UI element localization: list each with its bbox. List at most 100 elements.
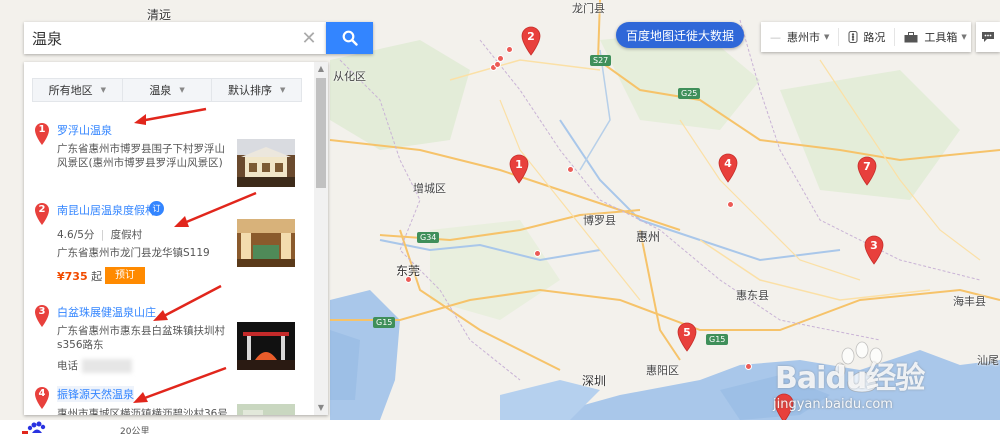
road-shield: G15 <box>373 317 396 328</box>
result-name[interactable]: 白盆珠展健温泉山庄 <box>57 304 156 320</box>
caret-down-icon: ▼ <box>279 86 286 94</box>
rating-value: 4.6/5分 <box>57 229 95 241</box>
price-suffix: 起 <box>91 270 103 283</box>
result-address: 惠州市惠城区横沥镇横沥碧沙村36号 <box>57 408 227 415</box>
map-label-longmen: 龙门县 <box>572 2 605 15</box>
map-label-shenzhen: 深圳 <box>582 374 607 388</box>
traffic-button[interactable]: 路况 <box>839 28 896 46</box>
watermark-url: jingyan.baidu.com <box>773 397 893 412</box>
result-address: 广东省惠州市惠东县白盆珠镇扶圳村s356路东 <box>57 325 225 351</box>
map-label-qingyuan: 清远 <box>147 8 172 22</box>
map-label-haifeng: 海丰县 <box>953 295 986 308</box>
filter-label: 温泉 <box>149 84 172 97</box>
map-label-huizhou: 惠州 <box>636 230 661 244</box>
annotation-arrow <box>133 366 227 403</box>
scroll-down-icon[interactable]: ▼ <box>314 401 328 415</box>
price-value: ¥735 <box>57 270 88 283</box>
annotation-arrow <box>174 191 257 227</box>
result-name[interactable]: 罗浮山温泉 <box>57 122 112 138</box>
chevron-down-icon: ▼ <box>961 33 967 41</box>
result-name[interactable]: 南昆山居温泉度假村 <box>57 202 156 218</box>
chat-icon <box>982 32 994 42</box>
scroll-up-icon[interactable]: ▲ <box>314 62 328 76</box>
map-pin-2[interactable]: 2 <box>521 26 541 56</box>
map-poi-dot[interactable] <box>534 250 541 257</box>
map-poi-dot[interactable] <box>494 61 501 68</box>
results-scrollbar[interactable]: ▲ ▼ <box>314 62 328 415</box>
result-pin-icon: 1 <box>34 122 50 146</box>
map-scale: 20公里 <box>120 427 150 434</box>
map-poi-dot[interactable] <box>506 46 513 53</box>
city-divider-icon: — <box>770 30 781 44</box>
booking-badge: 订 <box>149 201 164 216</box>
caret-down-icon: ▼ <box>100 86 107 94</box>
map-footer <box>0 420 1000 434</box>
result-photo[interactable] <box>237 322 295 370</box>
result-address: 广东省惠州市博罗县围子下村罗浮山风景区(惠州市博罗县罗浮山风景区) <box>57 143 225 169</box>
result-pin-icon: 3 <box>34 304 50 328</box>
search-icon <box>342 30 358 46</box>
map-label-zengcheng: 增城区 <box>413 182 446 195</box>
scrollbar-thumb[interactable] <box>316 78 326 188</box>
result-photo[interactable] <box>237 404 295 415</box>
toolbox-icon <box>904 31 918 42</box>
list-item[interactable]: 1 罗浮山温泉 广东省惠州市博罗县围子下村罗浮山风景区(惠州市博罗县罗浮山风景区… <box>24 122 314 192</box>
map-poi-dot[interactable] <box>745 363 752 370</box>
map-pin-4[interactable]: 4 <box>718 153 738 183</box>
phone-redacted <box>82 359 132 373</box>
road-shield: G15 <box>706 334 729 345</box>
road-shield: G25 <box>678 88 701 99</box>
filter-region[interactable]: 所有地区 ▼ <box>33 79 123 101</box>
annotation-arrow <box>134 107 207 125</box>
traffic-light-icon <box>848 31 858 43</box>
result-price: ¥735 起 <box>57 268 102 284</box>
map-pin-1[interactable]: 1 <box>509 154 529 184</box>
toolbox-button[interactable]: 工具箱 ▼ <box>895 28 975 46</box>
city-selector[interactable]: — 惠州市 ▼ <box>761 28 840 46</box>
filter-bar: 所有地区 ▼ 温泉 ▼ 默认排序 ▼ <box>32 78 302 102</box>
result-pin-icon: 2 <box>34 202 50 226</box>
book-button[interactable]: 预订 <box>105 267 145 284</box>
filter-label: 所有地区 <box>48 84 93 97</box>
caret-down-icon: ▼ <box>179 86 185 94</box>
city-label: 惠州市 <box>787 31 820 44</box>
traffic-label: 路况 <box>863 31 886 44</box>
map-label-huidong: 惠东县 <box>736 289 769 302</box>
filter-sort[interactable]: 默认排序 ▼ <box>212 79 301 101</box>
result-rating: 4.6/5分 | 度假村 <box>57 227 142 242</box>
list-item[interactable]: 2 南昆山居温泉度假村 订 4.6/5分 | 度假村 广东省惠州市龙门县龙华镇S… <box>24 201 314 292</box>
map-pin-3[interactable]: 3 <box>864 235 884 265</box>
meta-divider: | <box>100 229 105 241</box>
map-label-shanwei: 汕尾 <box>977 354 999 367</box>
result-name[interactable]: 振锋源天然温泉 <box>57 386 134 402</box>
road-shield: G34 <box>417 232 440 243</box>
result-phone-label: 电话 <box>57 360 78 372</box>
message-button[interactable] <box>976 22 1000 52</box>
map-poi-dot[interactable] <box>567 166 574 173</box>
map-label-huiyang: 惠阳区 <box>646 364 679 377</box>
search-button[interactable] <box>326 22 373 54</box>
search-input[interactable] <box>24 29 294 47</box>
map-poi-dot[interactable] <box>727 201 734 208</box>
map-pin-7[interactable]: 7 <box>857 156 877 186</box>
result-pin-icon: 4 <box>34 386 50 410</box>
map-poi-dot[interactable] <box>405 276 412 283</box>
result-photo[interactable] <box>237 139 295 187</box>
map-label-conghua: 从化区 <box>333 70 366 83</box>
map-label-boluo: 博罗县 <box>583 214 616 227</box>
map-toolbar: — 惠州市 ▼ 路况 工具箱 ▼ <box>761 22 971 52</box>
search-box: ✕ <box>24 22 326 54</box>
result-category: 度假村 <box>110 229 143 241</box>
close-icon[interactable]: ✕ <box>294 22 324 54</box>
map-pin-5[interactable]: 5 <box>677 322 697 352</box>
road-shield: S27 <box>590 55 612 66</box>
baidu-logo-icon <box>22 421 46 434</box>
chevron-down-icon: ▼ <box>824 33 830 41</box>
annotation-arrow <box>153 284 222 321</box>
migration-data-button[interactable]: 百度地图迁徙大数据 <box>616 22 744 48</box>
watermark-brand: Baidu经验 <box>775 361 925 396</box>
result-address: 广东省惠州市龙门县龙华镇S119 <box>57 247 210 259</box>
filter-category[interactable]: 温泉 ▼ <box>123 79 213 101</box>
toolbox-label: 工具箱 <box>924 31 958 44</box>
filter-label: 默认排序 <box>227 84 272 97</box>
